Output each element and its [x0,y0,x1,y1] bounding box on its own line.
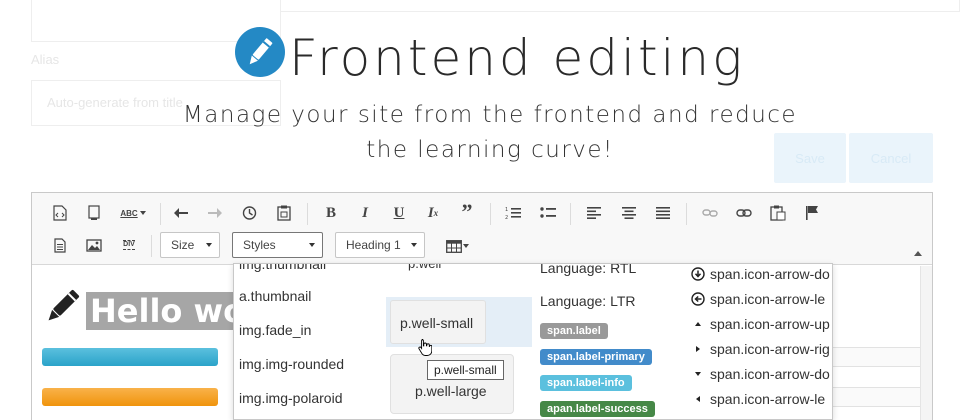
chevron-down-icon [309,243,315,247]
hero-title: Frontend editing [289,29,746,87]
justify-icon[interactable] [652,202,674,224]
toolbar-separator [570,203,571,225]
unlink-icon[interactable] [699,202,721,224]
hand-cursor-icon [418,338,433,360]
bulleted-list-icon[interactable] [537,202,559,224]
style-option[interactable]: span.icon-arrow-le [690,291,832,307]
content-field [830,347,922,367]
styles-dropdown[interactable]: Styles [232,232,323,258]
arrow-down-circle-icon [690,267,706,281]
caret-left-icon [690,396,706,402]
hero-subtitle-line2: the learning curve! [366,137,614,163]
style-option[interactable]: span.icon-arrow-do [690,366,832,382]
history-icon[interactable] [238,202,260,224]
preview-icon[interactable] [83,202,105,224]
style-option[interactable]: Language: LTR [540,293,635,309]
size-dropdown[interactable]: Size [160,232,220,258]
style-option[interactable]: Language: RTL [540,264,636,276]
cancel-button[interactable]: Cancel [849,133,933,183]
paste-text-icon[interactable] [273,202,295,224]
spellcheck-icon[interactable]: ABC [118,202,148,224]
caret-down-icon [690,372,706,376]
styles-dropdown-label: Styles [243,238,276,252]
style-option[interactable]: img.thumbnail [239,264,326,272]
paste-word-icon[interactable] [767,202,789,224]
editor-toolbar: ABC B I U Ix ” 12 DIV Size Styles Headin… [32,193,932,265]
chevron-down-icon [206,243,212,247]
toolbar-collapse-icon[interactable] [914,251,922,256]
toolbar-separator [307,203,308,225]
progress-bar-info [42,348,218,366]
toolbar-separator [490,203,491,225]
style-option-label: span.icon-arrow-do [710,266,830,282]
style-option-badge[interactable]: span.label-info [540,375,632,391]
svg-text:1: 1 [505,207,508,213]
style-option[interactable]: span.icon-arrow-do [690,266,832,282]
remove-format-icon[interactable]: Ix [422,202,444,224]
style-option-badge[interactable]: span.label-primary [540,349,652,365]
style-option[interactable]: span.icon-arrow-le [690,391,832,407]
style-option-label: span.icon-arrow-rig [710,341,830,357]
redo-icon[interactable] [204,202,226,224]
style-option-label: span.icon-arrow-do [710,366,830,382]
caret-right-icon [690,346,706,352]
hero-subtitle-line1: Manage your site from the frontend and r… [182,102,798,128]
style-option[interactable]: span.icon-arrow-up [690,316,832,332]
alias-label: Alias [31,52,60,67]
chevron-down-icon [411,243,417,247]
style-option[interactable]: span.icon-arrow-rig [690,341,832,357]
chevron-down-icon [139,211,146,215]
style-option-badge[interactable]: apan.label-success [540,401,655,417]
styles-menu-panel: img.thumbnail a.thumbnail img.fade_in im… [233,263,833,420]
source-icon[interactable] [49,202,71,224]
toolbar-separator [686,203,687,225]
progress-bar-warning [42,388,218,406]
style-option-badge[interactable]: span.label [540,323,608,339]
undo-icon[interactable] [170,202,192,224]
link-icon[interactable] [733,202,755,224]
format-dropdown[interactable]: Heading 1 [335,232,425,258]
style-tooltip: p.well-small [427,360,504,380]
side-panel-bg [280,0,960,12]
caret-up-icon [690,322,706,326]
arrow-left-circle-icon [690,292,706,306]
pencil-logo-icon [235,27,285,77]
style-option-label: span.icon-arrow-le [710,291,826,307]
anchor-flag-icon[interactable] [801,202,823,224]
style-option-label: span.icon-arrow-le [710,391,826,407]
style-option-label: span.icon-arrow-up [710,316,830,332]
content-field [830,387,922,407]
format-dropdown-label: Heading 1 [346,238,401,252]
underline-icon[interactable]: U [388,202,410,224]
style-option[interactable]: img.img-rounded [239,356,344,372]
italic-icon[interactable]: I [354,202,376,224]
style-option[interactable]: a.thumbnail [239,288,311,304]
size-dropdown-label: Size [171,238,195,252]
content-heading[interactable]: Hello wo [86,292,250,330]
style-option-well-small[interactable]: p.well-small [390,300,486,344]
document-icon[interactable] [49,234,71,256]
image-icon[interactable] [83,234,105,256]
chevron-down-icon [462,244,469,248]
div-label: DIV [123,240,135,250]
pencil-icon [41,286,83,332]
content-scrollbar[interactable] [920,266,932,420]
numbered-list-icon[interactable]: 12 [502,202,524,224]
style-option[interactable]: p.well [408,264,441,271]
table-icon[interactable] [444,235,470,257]
page: Alias Auto-generate from title Save Canc… [0,0,960,420]
align-center-icon[interactable] [618,202,640,224]
style-option[interactable]: img.fade_in [239,322,311,338]
spellcheck-label: ABC [120,208,138,218]
toolbar-separator [160,203,161,225]
bold-icon[interactable]: B [320,202,342,224]
align-left-icon[interactable] [583,202,605,224]
style-option[interactable]: img.img-polaroid [239,390,342,406]
toolbar-separator [151,235,152,257]
div-icon[interactable]: DIV [118,234,140,256]
svg-text:2: 2 [505,215,508,220]
blockquote-icon[interactable]: ” [456,199,478,224]
